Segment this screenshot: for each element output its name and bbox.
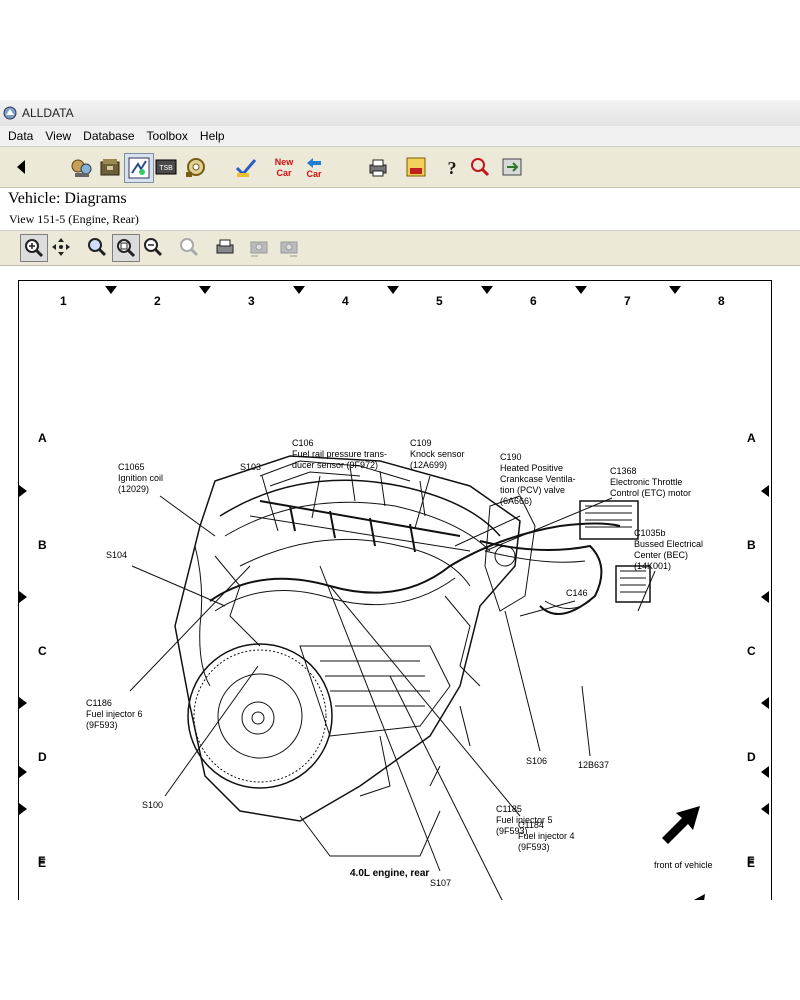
label-c1186: C1186 Fuel injector 6 (9F593) <box>86 698 143 730</box>
zoom-100-icon <box>88 238 107 257</box>
camera-next-icon <box>280 241 298 257</box>
catalog-button[interactable] <box>96 153 124 181</box>
label-c109: C109 Knock sensor (12A699) <box>410 438 465 470</box>
tsb-icon: TSB <box>155 159 177 175</box>
print-icon <box>216 239 234 254</box>
exit-icon <box>502 158 522 176</box>
zoom-100-button[interactable] <box>84 234 110 260</box>
title-bar[interactable]: ALLDATA <box>0 100 800 127</box>
svg-text:?: ? <box>448 158 457 178</box>
viewer-toolbar <box>0 231 800 266</box>
diagram-lower-overlay: F F C1185 Fuel injector 5 (9F593) front … <box>0 766 800 900</box>
component-button[interactable] <box>182 153 210 181</box>
zoom-fit-icon <box>117 239 136 258</box>
checklist-button[interactable] <box>232 153 260 181</box>
print-button[interactable] <box>364 153 392 181</box>
zoom-out-button[interactable] <box>140 234 166 260</box>
svg-text:Car: Car <box>306 169 322 179</box>
menu-bar: Data View Database Toolbox Help <box>0 126 800 147</box>
checklist-icon <box>235 159 257 177</box>
zoom-disabled-icon <box>180 238 199 257</box>
note-icon <box>406 157 426 177</box>
menu-database[interactable]: Database <box>83 129 134 143</box>
window-title: ALLDATA <box>22 106 74 120</box>
zoom-in-icon <box>25 239 44 258</box>
main-toolbar: TSB New Car Car ? <box>0 147 800 188</box>
svg-text:TSB: TSB <box>159 165 173 172</box>
pan-icon <box>52 238 70 256</box>
menu-view[interactable]: View <box>45 129 71 143</box>
tsb-button[interactable]: TSB <box>152 153 180 181</box>
page-header: Vehicle: Diagrams View 151-5 (Engine, Re… <box>0 188 800 231</box>
svg-text:New: New <box>275 157 295 167</box>
viewer-print-button[interactable] <box>212 234 238 260</box>
diagram-icon <box>128 157 150 179</box>
lower-canvas <box>0 900 800 1000</box>
exit-button[interactable] <box>498 153 526 181</box>
label-c1035b: C1035b Bussed Electrical Center (BEC) (1… <box>634 528 704 571</box>
pan-button[interactable] <box>48 234 74 260</box>
help-icon: ? <box>448 158 457 178</box>
menu-data[interactable]: Data <box>8 129 33 143</box>
diagram-button[interactable] <box>124 153 154 183</box>
zoom-fit-button[interactable] <box>112 234 140 262</box>
zoom-out-icon <box>144 238 163 257</box>
catalog-icon <box>100 159 120 176</box>
camera-prev-button <box>246 234 272 260</box>
menu-help[interactable]: Help <box>200 129 225 143</box>
zoom-in-button[interactable] <box>20 234 48 262</box>
new-car-button[interactable]: New Car <box>270 153 298 181</box>
reset-car-button[interactable]: Car <box>300 153 328 181</box>
page-subtitle: View 151-5 (Engine, Rear) <box>9 212 139 226</box>
back-button[interactable] <box>8 153 36 181</box>
camera-next-button <box>276 234 302 260</box>
component-icon <box>186 158 205 177</box>
vehicle-button[interactable] <box>68 153 96 181</box>
print-icon <box>369 159 387 177</box>
front-arrow-icon <box>662 806 700 844</box>
help-button[interactable]: ? <box>438 153 466 181</box>
breadcrumb: Vehicle: Diagrams <box>8 190 127 207</box>
camera-prev-icon <box>250 241 268 257</box>
new-car-icon: New Car <box>275 157 295 178</box>
label-c106: C106 Fuel rail pressure trans- ducer sen… <box>292 438 388 470</box>
zoom-disabled-button <box>176 234 202 260</box>
label-c146: C146 <box>566 588 588 598</box>
label-s104: S104 <box>106 550 128 560</box>
lookup-icon <box>471 158 490 177</box>
back-arrow-icon <box>17 160 25 174</box>
note-button[interactable] <box>402 153 430 181</box>
reset-car-icon: Car <box>306 158 322 179</box>
svg-text:Car: Car <box>276 168 292 178</box>
lookup-button[interactable] <box>466 153 494 181</box>
alldata-app-icon <box>3 106 17 120</box>
label-s103: S103 <box>240 462 262 472</box>
menu-toolbox[interactable]: Toolbox <box>147 129 188 143</box>
label-c1368: C1368 Electronic Throttle Control (ETC) … <box>610 466 692 498</box>
vehicle-icon <box>71 159 92 177</box>
label-c190: C190 Heated Positive Crankcase Ventila- … <box>500 452 576 506</box>
label-c1065: C1065 Ignition coil (12029) <box>118 462 164 494</box>
front-arrow-graphic <box>429 766 700 844</box>
